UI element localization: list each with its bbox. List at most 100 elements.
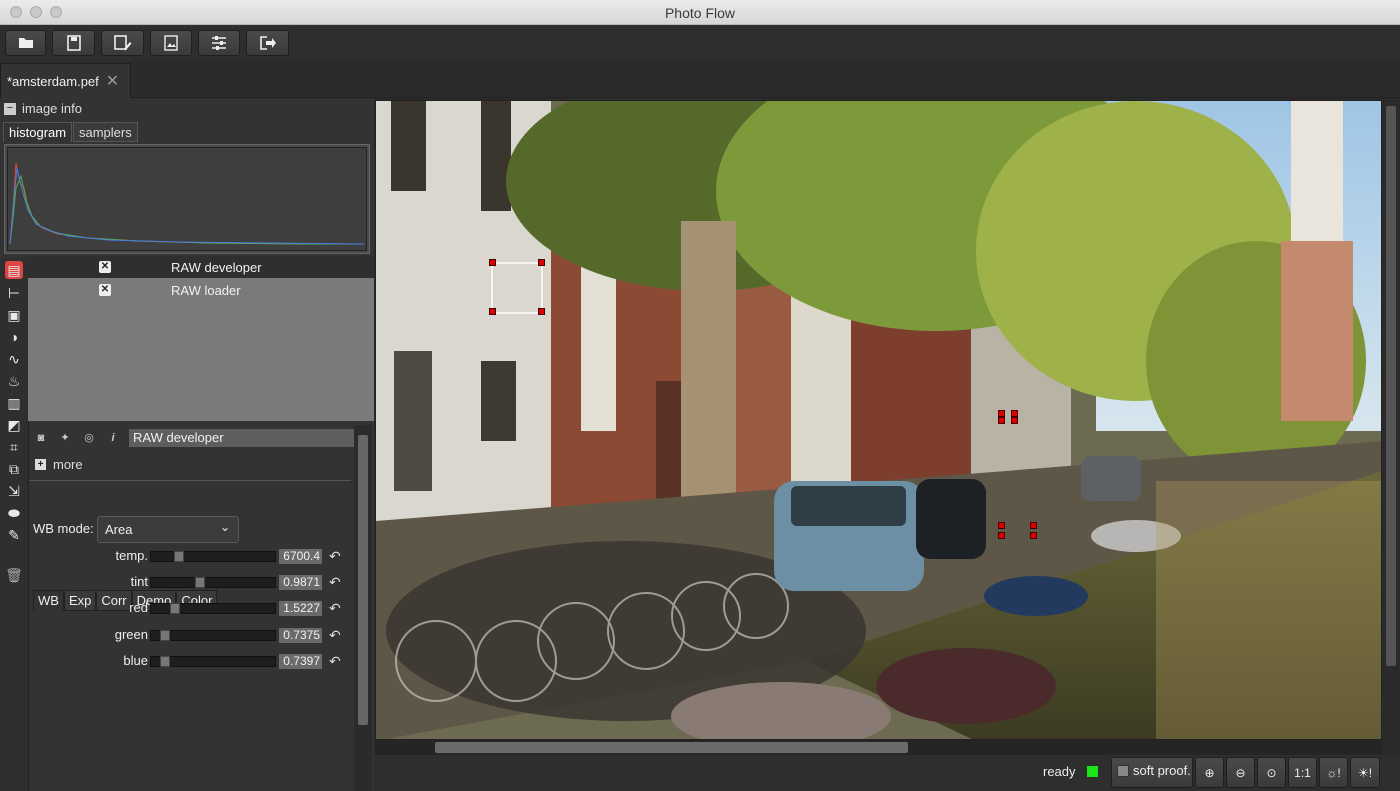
layer-row[interactable]: ✕ RAW developer bbox=[28, 256, 374, 278]
image-icon[interactable]: ▣ bbox=[5, 306, 23, 324]
scrollbar-thumb[interactable] bbox=[358, 435, 368, 725]
slider-handle[interactable] bbox=[160, 656, 170, 667]
crop-icon[interactable]: ⌗ bbox=[5, 438, 23, 456]
image-info-header[interactable]: − image info bbox=[4, 101, 82, 116]
tab-samplers[interactable]: samplers bbox=[73, 122, 138, 142]
slider-value-field[interactable]: 6700.4 bbox=[279, 549, 322, 564]
gradient-tool-icon[interactable]: ◩ bbox=[5, 416, 23, 434]
pencil-icon[interactable]: ✎ bbox=[5, 526, 23, 544]
file-tab-label: *amsterdam.pef bbox=[7, 73, 99, 89]
tab-histogram[interactable]: histogram bbox=[3, 122, 73, 142]
module-name[interactable]: RAW developer bbox=[129, 429, 355, 447]
horizontal-scrollbar[interactable] bbox=[375, 740, 1382, 755]
layer-visibility-icon[interactable]: ✕ bbox=[99, 284, 111, 296]
left-panel: − image info histogram samplers ▤ ⊢ ▣ ◑ … bbox=[0, 98, 374, 791]
wb-mode-value: Area bbox=[105, 522, 133, 537]
zoom-fit-button[interactable]: ⊙ bbox=[1257, 757, 1286, 788]
sample-handle[interactable] bbox=[998, 417, 1005, 424]
paint-bucket-icon[interactable]: ♨ bbox=[5, 372, 23, 390]
sample-handle[interactable] bbox=[489, 259, 496, 266]
ellipse-icon[interactable]: ⬬ bbox=[5, 504, 23, 522]
reset-arrow-icon[interactable]: ↶ bbox=[329, 627, 341, 644]
sample-handle[interactable] bbox=[1030, 532, 1037, 539]
soft-proof-toggle[interactable]: soft proof. bbox=[1111, 757, 1193, 788]
scrollbar-thumb[interactable] bbox=[435, 742, 908, 753]
zoom-out-button[interactable]: ⊖ bbox=[1226, 757, 1255, 788]
info-icon[interactable]: i bbox=[105, 430, 121, 446]
reset-arrow-icon[interactable]: ↶ bbox=[329, 548, 341, 565]
contrast-icon[interactable]: ◑ bbox=[5, 328, 23, 346]
zoom-1to1-button[interactable]: 1:1 bbox=[1288, 757, 1317, 788]
pin-icon[interactable]: ✦ bbox=[57, 430, 73, 446]
slider-track[interactable] bbox=[150, 551, 276, 562]
collapse-icon[interactable]: − bbox=[4, 102, 16, 115]
layers-icon[interactable]: ▤ bbox=[5, 261, 23, 279]
export-button[interactable] bbox=[150, 30, 192, 56]
sun-warning-icon: ☀! bbox=[1357, 765, 1373, 780]
perspective-icon[interactable]: ⧉ bbox=[5, 460, 23, 478]
open-folder-icon bbox=[18, 38, 33, 48]
layer-visibility-icon[interactable]: ✕ bbox=[99, 261, 111, 273]
sample-handle[interactable] bbox=[1011, 417, 1018, 424]
save-as-icon bbox=[113, 35, 131, 51]
trash-icon[interactable]: 🗑 bbox=[5, 566, 23, 584]
shadows-warning-button[interactable]: ☼! bbox=[1319, 757, 1348, 788]
curves-icon[interactable]: ∿ bbox=[5, 350, 23, 368]
expand-icon[interactable]: + bbox=[35, 459, 46, 470]
slider-value-field[interactable]: 0.7375 bbox=[279, 628, 322, 643]
tool-icons: ▤ ⊢ ▣ ◑ ∿ ♨ ▥ ◩ ⌗ ⧉ ⇲ ⬬ ✎ 🗑 bbox=[0, 258, 28, 791]
wb-mode-label: WB mode: bbox=[33, 521, 94, 536]
slider-value-field[interactable]: 1.5227 bbox=[279, 601, 322, 616]
file-tab[interactable]: *amsterdam.pef ✕ bbox=[0, 63, 131, 98]
slider-handle[interactable] bbox=[160, 630, 170, 641]
slider-handle[interactable] bbox=[174, 551, 184, 562]
reset-arrow-icon[interactable]: ↶ bbox=[329, 653, 341, 670]
left-scrollbar[interactable] bbox=[354, 425, 372, 791]
wb-mode-select[interactable]: Area ⌄ bbox=[97, 516, 239, 543]
slider-handle[interactable] bbox=[195, 577, 205, 588]
exit-button[interactable] bbox=[246, 30, 289, 56]
close-tab-icon[interactable]: ✕ bbox=[106, 71, 119, 91]
toggle-enable-icon[interactable]: ◙ bbox=[33, 430, 49, 446]
save-button[interactable] bbox=[52, 30, 95, 56]
tree-icon[interactable]: ⊢ bbox=[5, 284, 23, 302]
sample-handle[interactable] bbox=[998, 410, 1005, 417]
sun-warning-icon: ☼! bbox=[1326, 765, 1341, 780]
slider-track[interactable] bbox=[150, 577, 276, 588]
zoom-in-button[interactable]: ⊕ bbox=[1195, 757, 1224, 788]
zoom-fit-icon: ⊙ bbox=[1266, 765, 1277, 780]
highlights-warning-button[interactable]: ☀! bbox=[1350, 757, 1380, 788]
scrollbar-thumb[interactable] bbox=[1386, 106, 1396, 666]
slider-label: temp. bbox=[115, 548, 148, 563]
slider-label: red bbox=[129, 600, 148, 615]
reset-arrow-icon[interactable]: ↶ bbox=[329, 600, 341, 617]
gradient-icon[interactable]: ▥ bbox=[5, 394, 23, 412]
sample-handle[interactable] bbox=[998, 522, 1005, 529]
soft-proof-checkbox[interactable] bbox=[1117, 765, 1129, 777]
slider-value-field[interactable]: 0.9871 bbox=[279, 575, 322, 590]
slider-handle[interactable] bbox=[170, 603, 180, 614]
save-as-button[interactable] bbox=[101, 30, 144, 56]
settings-button[interactable] bbox=[198, 30, 240, 56]
sample-handle[interactable] bbox=[998, 532, 1005, 539]
sample-handle[interactable] bbox=[538, 308, 545, 315]
photo-canvas[interactable] bbox=[376, 101, 1382, 740]
vertical-scrollbar[interactable] bbox=[1382, 100, 1400, 755]
sample-handle[interactable] bbox=[1030, 522, 1037, 529]
tab-wb[interactable]: WB bbox=[33, 590, 64, 611]
sample-handle[interactable] bbox=[489, 308, 496, 315]
reset-icon[interactable]: ◎ bbox=[81, 430, 97, 446]
slider-track[interactable] bbox=[150, 630, 276, 641]
image-viewer[interactable] bbox=[375, 100, 1382, 740]
more-expander[interactable]: + more bbox=[35, 457, 83, 472]
slider-track[interactable] bbox=[150, 603, 276, 614]
zoom-1to1-label: 1:1 bbox=[1294, 765, 1311, 780]
open-button[interactable] bbox=[5, 30, 46, 56]
clone-icon[interactable]: ⇲ bbox=[5, 482, 23, 500]
sample-handle[interactable] bbox=[1011, 410, 1018, 417]
reset-arrow-icon[interactable]: ↶ bbox=[329, 574, 341, 591]
slider-value-field[interactable]: 0.7397 bbox=[279, 654, 322, 669]
sample-handle[interactable] bbox=[538, 259, 545, 266]
slider-track[interactable] bbox=[150, 656, 276, 667]
layer-row[interactable]: ✕ RAW loader bbox=[28, 279, 374, 301]
